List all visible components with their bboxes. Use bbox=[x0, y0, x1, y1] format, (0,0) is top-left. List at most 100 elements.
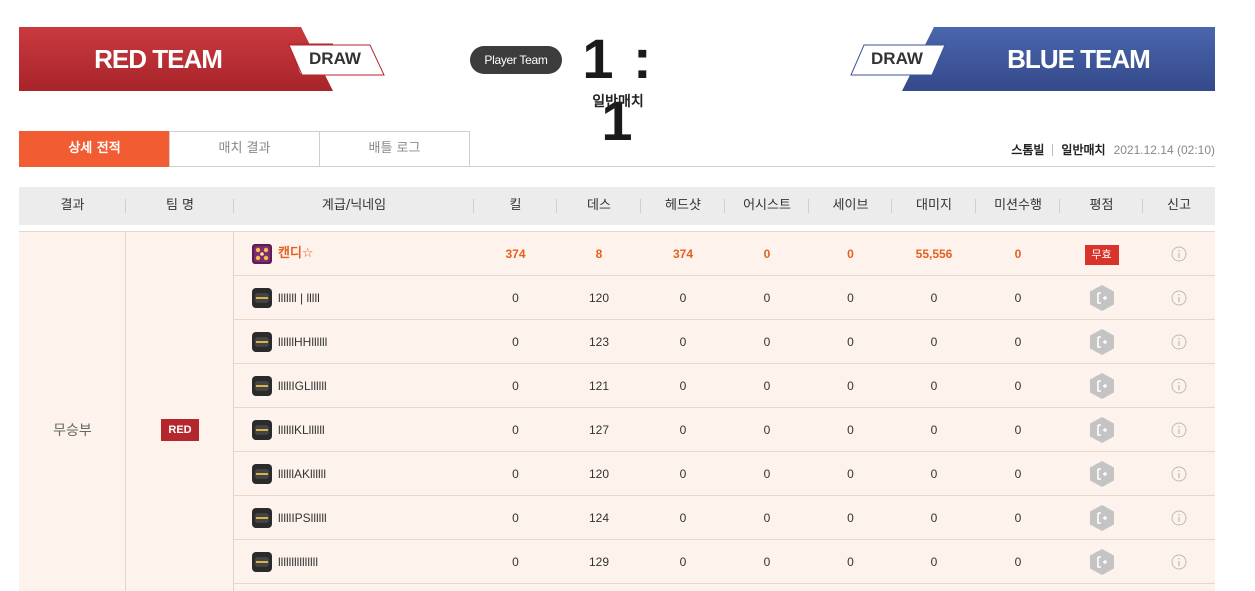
kill-value: 0 bbox=[512, 378, 519, 393]
info-icon[interactable] bbox=[1171, 554, 1187, 570]
tab-battle-log[interactable]: 배틀 로그 bbox=[319, 131, 470, 167]
death-value: 123 bbox=[588, 334, 610, 349]
kill-value: 374 bbox=[505, 246, 526, 261]
assist-value: 0 bbox=[763, 510, 771, 525]
death-value: 121 bbox=[588, 378, 610, 393]
hex-rating-icon[interactable] bbox=[1089, 328, 1115, 356]
hex-rating-icon[interactable] bbox=[1089, 372, 1115, 400]
damage-value: 0 bbox=[930, 422, 938, 437]
rating-cell bbox=[1060, 364, 1143, 408]
player-team-badge: Player Team bbox=[470, 46, 562, 74]
result-cell: 무승부 bbox=[19, 232, 126, 591]
table-row: llllllAKllllll 0 120 0 0 0 0 0 bbox=[234, 452, 1215, 496]
assist-value: 0 bbox=[763, 554, 771, 569]
special-rank-icon bbox=[252, 243, 272, 264]
hex-rating-icon[interactable] bbox=[1089, 460, 1115, 488]
player-nickname[interactable]: llllllKLllllll bbox=[278, 408, 325, 452]
th-result: 결과 bbox=[19, 187, 126, 225]
tab-match-result[interactable]: 매치 결과 bbox=[169, 131, 320, 167]
player-rows: 캔디☆ 374 8 374 0 0 55,556 0 무효 lllllll | … bbox=[234, 232, 1215, 584]
rank-icon bbox=[252, 331, 272, 352]
report-cell bbox=[1143, 540, 1215, 584]
table-row: lllllll | lllll 0 120 0 0 0 0 0 bbox=[234, 276, 1215, 320]
th-mission: 미션수행 bbox=[976, 187, 1060, 225]
blue-result-label: DRAW bbox=[871, 49, 923, 68]
table-body: 무승부 RED 캔디☆ 374 8 374 0 0 55,556 0 무효 ll… bbox=[19, 231, 1215, 591]
hex-rating-icon[interactable] bbox=[1089, 548, 1115, 576]
meta-separator bbox=[1052, 144, 1054, 156]
hex-rating-icon[interactable] bbox=[1089, 284, 1115, 312]
player-nickname[interactable]: llllllHHllllll bbox=[278, 320, 327, 364]
player-nickname[interactable]: lllllll | lllll bbox=[278, 276, 320, 320]
hex-rating-icon[interactable] bbox=[1089, 504, 1115, 532]
red-result-label: DRAW bbox=[309, 49, 361, 68]
nickname-cell: 캔디☆ bbox=[234, 232, 474, 276]
save-value: 0 bbox=[847, 246, 854, 261]
damage-value: 0 bbox=[930, 510, 938, 525]
assist-value: 0 bbox=[763, 378, 771, 393]
table-row: llllllHHllllll 0 123 0 0 0 0 0 bbox=[234, 320, 1215, 364]
match-detail-page: RED TEAM DRAW Player Team 1 : 1 일반매치 BLU… bbox=[0, 0, 1255, 591]
rating-cell bbox=[1060, 540, 1143, 584]
meta-datetime: 2021.12.14 (02:10) bbox=[1113, 143, 1215, 157]
player-nickname[interactable]: llllllAKllllll bbox=[278, 452, 326, 496]
info-icon[interactable] bbox=[1171, 466, 1187, 482]
th-team: 팀 명 bbox=[126, 187, 234, 225]
mission-value: 0 bbox=[1014, 334, 1022, 349]
table-row: llllllKLllllll 0 127 0 0 0 0 0 bbox=[234, 408, 1215, 452]
death-value: 120 bbox=[588, 466, 610, 481]
kill-value: 0 bbox=[512, 466, 519, 481]
info-icon[interactable] bbox=[1171, 422, 1187, 438]
rank-icon bbox=[252, 375, 272, 396]
headshot-value: 0 bbox=[679, 290, 687, 305]
damage-value: 0 bbox=[930, 290, 938, 305]
rating-cell bbox=[1060, 320, 1143, 364]
nickname-cell: lllllllllllllll bbox=[234, 540, 474, 584]
nickname-cell: llllllAKllllll bbox=[234, 452, 474, 496]
rating-cell bbox=[1060, 276, 1143, 320]
headshot-value: 0 bbox=[679, 466, 687, 481]
match-score: 1 : 1 bbox=[582, 27, 654, 152]
damage-value: 0 bbox=[930, 554, 938, 569]
death-value: 129 bbox=[588, 554, 610, 569]
info-icon[interactable] bbox=[1171, 334, 1187, 350]
rating-cell bbox=[1060, 496, 1143, 540]
info-icon[interactable] bbox=[1171, 510, 1187, 526]
player-nickname[interactable]: lllllIGLllllll bbox=[278, 364, 327, 408]
info-icon[interactable] bbox=[1171, 246, 1187, 262]
th-assist: 어시스트 bbox=[725, 187, 809, 225]
mission-value: 0 bbox=[1014, 510, 1022, 525]
team-badge: RED bbox=[161, 419, 199, 441]
nickname-cell: lllllll | lllll bbox=[234, 276, 474, 320]
damage-value: 0 bbox=[930, 334, 938, 349]
mission-value: 0 bbox=[1014, 466, 1022, 481]
player-nickname[interactable]: 캔디☆ bbox=[278, 232, 314, 276]
table-row: lllllIPSllllll 0 124 0 0 0 0 0 bbox=[234, 496, 1215, 540]
nickname-cell: lllllIPSllllll bbox=[234, 496, 474, 540]
meta-mode: 일반매치 bbox=[1061, 143, 1106, 157]
save-value: 0 bbox=[847, 422, 854, 437]
rank-icon bbox=[252, 419, 272, 440]
table-header: 결과 팀 명 계급/닉네임 킬 데스 헤드샷 어시스트 세이브 대미지 미션수행… bbox=[19, 187, 1215, 225]
death-value: 120 bbox=[588, 290, 610, 305]
invalid-badge: 무효 bbox=[1084, 244, 1119, 265]
report-cell bbox=[1143, 232, 1215, 276]
hex-rating-icon[interactable] bbox=[1089, 416, 1115, 444]
assist-value: 0 bbox=[763, 246, 771, 261]
tab-detail-record[interactable]: 상세 전적 bbox=[19, 131, 170, 167]
th-damage: 대미지 bbox=[892, 187, 976, 225]
detail-tabs: 상세 전적 매치 결과 배틀 로그 bbox=[19, 131, 470, 167]
save-value: 0 bbox=[847, 510, 854, 525]
red-team-banner: RED TEAM bbox=[19, 27, 333, 91]
info-icon[interactable] bbox=[1171, 378, 1187, 394]
rank-icon bbox=[252, 507, 272, 528]
player-nickname[interactable]: lllllllllllllll bbox=[278, 540, 318, 584]
mission-value: 0 bbox=[1014, 554, 1022, 569]
assist-value: 0 bbox=[763, 290, 771, 305]
headshot-value: 0 bbox=[679, 422, 687, 437]
player-nickname[interactable]: lllllIPSllllll bbox=[278, 496, 327, 540]
report-cell bbox=[1143, 276, 1215, 320]
save-value: 0 bbox=[847, 554, 854, 569]
info-icon[interactable] bbox=[1171, 290, 1187, 306]
nickname-cell: lllllIGLllllll bbox=[234, 364, 474, 408]
